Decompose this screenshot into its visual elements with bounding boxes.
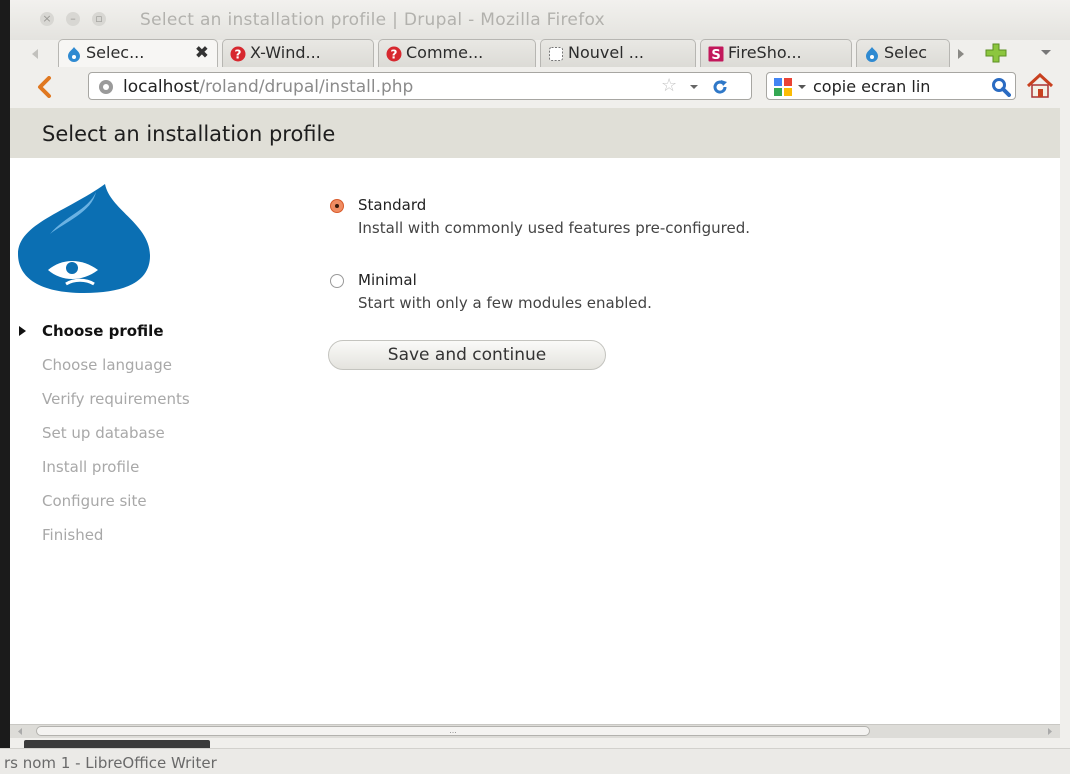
step-label: Install profile [42, 458, 140, 476]
svg-text:?: ? [235, 48, 242, 62]
navigation-toolbar: localhost/roland/drupal/install.php ☆ co… [10, 68, 1070, 106]
option-label[interactable]: Minimal [358, 271, 417, 289]
horizontal-scrollbar[interactable]: ... [10, 724, 1060, 738]
tab-close-icon[interactable]: ✖ [195, 43, 209, 63]
tab-new[interactable]: Nouvel ... [540, 39, 696, 67]
page-title: Select an installation profile [42, 122, 336, 146]
search-box[interactable]: copie ecran lin [766, 72, 1016, 100]
tab-fireshot[interactable]: S FireSho... [700, 39, 852, 67]
tab-label: Selec [884, 43, 928, 62]
save-and-continue-button[interactable]: Save and continue [328, 340, 606, 370]
step-label: Choose language [42, 356, 172, 374]
bookmark-star-icon[interactable]: ☆ [661, 75, 677, 96]
drupal-icon [866, 47, 878, 62]
google-search-engine-icon[interactable] [773, 77, 793, 97]
minimize-window-icon[interactable]: – [66, 12, 80, 26]
current-step-arrow-icon [19, 326, 26, 336]
step-label: Finished [42, 526, 104, 544]
step-label: Configure site [42, 492, 147, 510]
tab-bar: Selec... ✖ ? X-Wind... ? Comme... Nouvel… [10, 36, 1070, 68]
home-icon[interactable] [1026, 73, 1054, 99]
url-bar[interactable]: localhost/roland/drupal/install.php ☆ [88, 72, 752, 100]
drupal-logo-icon [18, 184, 150, 293]
back-arrow-icon[interactable] [36, 76, 52, 98]
scroll-left-arrow-icon[interactable] [16, 727, 24, 736]
step-finished: Finished [42, 526, 103, 544]
page-header: Select an installation profile [10, 108, 1060, 158]
standard-radio[interactable] [330, 199, 344, 213]
taskbar-item-libreoffice[interactable]: rs nom 1 - LibreOffice Writer [4, 754, 217, 772]
step-configure-site: Configure site [42, 492, 147, 510]
tab-comment[interactable]: ? Comme... [378, 39, 536, 67]
maximize-window-icon[interactable]: ▫ [92, 12, 106, 26]
scrollbar-thumb[interactable]: ... [36, 726, 870, 736]
tab-label: X-Wind... [250, 43, 321, 62]
option-label[interactable]: Standard [358, 196, 426, 214]
step-install-profile: Install profile [42, 458, 139, 476]
option-description: Install with commonly used features pre-… [358, 219, 750, 237]
url-text: localhost/roland/drupal/install.php [123, 77, 413, 97]
scroll-right-arrow-icon[interactable] [1046, 727, 1054, 736]
search-magnifier-icon[interactable] [991, 77, 1011, 97]
tab-label: Comme... [406, 43, 484, 62]
page-content: Select an installation profile Choose pr… [10, 108, 1060, 724]
url-host: localhost [123, 77, 200, 97]
window-title: Select an installation profile | Drupal … [140, 10, 606, 30]
window-titlebar: × – ▫ Select an installation profile | D… [10, 0, 1070, 40]
history-chevron-down-icon[interactable] [689, 84, 699, 91]
tab-list-chevron-down-icon[interactable] [1040, 49, 1052, 57]
step-label: Verify requirements [42, 390, 190, 408]
new-tab-plus-icon[interactable] [984, 42, 1008, 64]
tab-label: Nouvel ... [568, 43, 644, 62]
site-identity-globe-icon[interactable] [98, 79, 114, 95]
svg-text:S: S [711, 48, 720, 62]
blank-page-icon [549, 47, 563, 61]
url-path: /roland/drupal/install.php [199, 77, 414, 97]
minimal-radio[interactable] [330, 274, 344, 288]
svg-text:?: ? [391, 48, 398, 62]
option-description: Start with only a few modules enabled. [358, 294, 652, 312]
tab-x-window[interactable]: ? X-Wind... [222, 39, 374, 67]
question-icon: ? [230, 46, 246, 62]
search-input[interactable]: copie ecran lin [813, 77, 930, 96]
tab-scroll-left-icon[interactable] [30, 48, 40, 60]
tab-select-profile[interactable]: Selec... ✖ [58, 39, 218, 67]
step-label: Set up database [42, 424, 165, 442]
tab-label: FireSho... [728, 43, 802, 62]
step-verify-requirements: Verify requirements [42, 390, 190, 408]
step-set-up-database: Set up database [42, 424, 165, 442]
taskbar: rs nom 1 - LibreOffice Writer [0, 748, 1070, 774]
search-engine-chevron-down-icon[interactable] [797, 84, 807, 91]
fireshot-icon: S [708, 46, 724, 62]
tab-select-2[interactable]: Selec [856, 39, 950, 67]
step-label: Choose profile [42, 322, 164, 340]
background-window-tab [24, 740, 210, 748]
tab-scroll-right-icon[interactable] [956, 48, 966, 60]
step-choose-language: Choose language [42, 356, 172, 374]
step-choose-profile: Choose profile [19, 322, 164, 340]
question-icon: ? [386, 46, 402, 62]
tab-label: Selec... [86, 43, 145, 62]
drupal-icon [68, 47, 80, 62]
reload-icon[interactable] [711, 78, 729, 96]
close-window-icon[interactable]: × [40, 12, 54, 26]
